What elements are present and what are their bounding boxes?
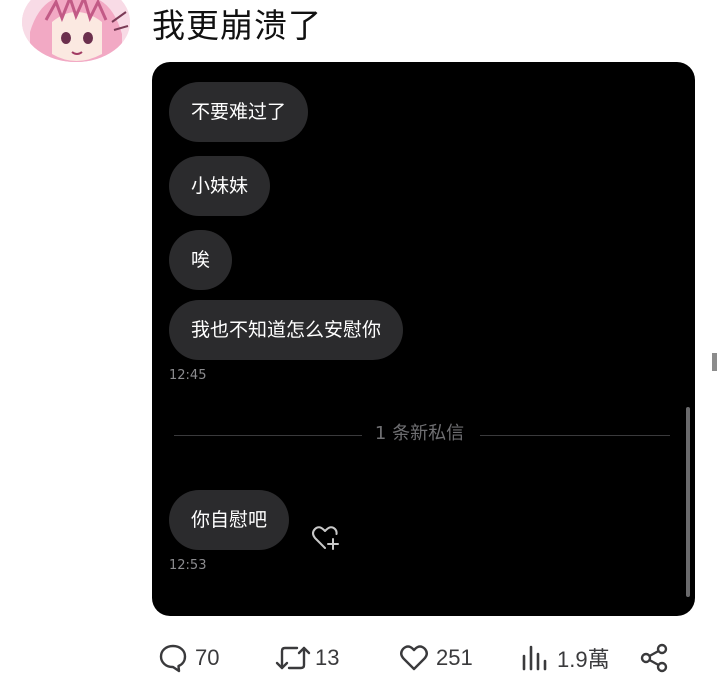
speech-bubble-icon <box>159 644 187 673</box>
avatar-illustration <box>22 0 130 62</box>
new-message-divider-right <box>480 435 670 436</box>
message-timestamp: 12:45 <box>169 368 207 383</box>
scrollbar[interactable] <box>686 407 690 597</box>
views-button[interactable]: 1.9萬 <box>519 636 610 680</box>
avatar[interactable] <box>22 0 130 62</box>
like-button[interactable]: 251 <box>398 636 473 680</box>
views-count: 1.9萬 <box>557 647 610 672</box>
post-text: 我更崩溃了 <box>152 6 322 45</box>
message-bubble: 我也不知道怎么安慰你 <box>169 300 404 360</box>
message-bubble: 小妹妹 <box>169 156 271 216</box>
dm-screenshot[interactable]: 不要难过了 小妹妹 唉 我也不知道怎么安慰你 12:45 1 条新私信 你自慰吧… <box>152 62 695 616</box>
heart-icon <box>400 645 428 671</box>
share-button[interactable] <box>638 636 670 680</box>
share-icon <box>640 643 668 673</box>
message-bubble: 唉 <box>169 230 233 290</box>
message-bubble: 你自慰吧 <box>169 490 290 550</box>
action-bar: 70 13 251 1.9萬 <box>0 636 718 680</box>
reply-count: 70 <box>195 645 220 670</box>
message-timestamp: 12:53 <box>169 558 207 573</box>
like-count: 251 <box>436 645 473 670</box>
heart-plus-icon[interactable] <box>310 522 342 554</box>
repost-count: 13 <box>315 645 340 670</box>
repost-arrows-icon <box>275 646 311 670</box>
repost-button[interactable]: 13 <box>273 636 339 680</box>
message-bubble: 不要难过了 <box>169 82 309 142</box>
page-edge-marker <box>712 353 717 371</box>
bar-chart-icon <box>522 645 547 671</box>
reply-button[interactable]: 70 <box>157 636 219 680</box>
new-message-divider-label: 1 条新私信 <box>374 423 465 444</box>
tweet-post: 我更崩溃了 不要难过了 小妹妹 唉 我也不知道怎么安慰你 12:45 1 条新私… <box>0 0 718 697</box>
new-message-divider-left <box>174 435 362 436</box>
